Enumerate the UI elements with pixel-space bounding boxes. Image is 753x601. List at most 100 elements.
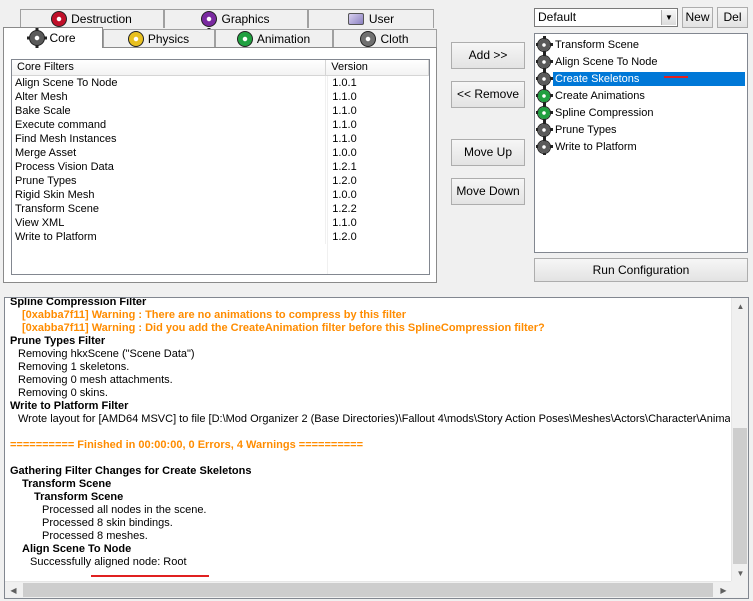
filter-version: 1.0.0 [332, 147, 357, 159]
remove-filter-button[interactable]: << Remove [451, 81, 525, 108]
physics-gear-icon [125, 29, 146, 49]
table-row[interactable]: Bake Scale 1.1.0 [12, 104, 429, 118]
user-icon [347, 13, 364, 25]
log-line: [0xabba7f11] Warning : There are no anim… [22, 309, 407, 321]
list-item-label: Create Animations [555, 89, 645, 102]
run-configuration-button[interactable]: Run Configuration [534, 258, 748, 282]
list-item[interactable]: Transform Scene [535, 36, 747, 53]
log-lines: Spline Compression Filter [0xabba7f11] Wa… [10, 298, 730, 569]
log-line: Removing 0 skins. [18, 387, 108, 399]
column-header-core-filters[interactable]: Core Filters [12, 60, 327, 75]
log-line: Wrote layout for [AMD64 MSVC] to file [D… [18, 413, 730, 425]
tab-label: Destruction [71, 12, 132, 26]
configuration-items: Transform Scene Align Scene To Node Create… [535, 36, 747, 155]
add-filter-button[interactable]: Add >> [451, 42, 525, 69]
log-line: Prune Types Filter [10, 335, 106, 347]
table-row[interactable]: Find Mesh Instances 1.1.0 [12, 132, 429, 146]
scroll-up-arrow-icon[interactable]: ▲ [732, 298, 748, 315]
table-row[interactable]: Merge Asset 1.0.0 [12, 146, 429, 160]
list-item[interactable]: Create Animations [535, 87, 747, 104]
filter-name: Bake Scale [12, 104, 327, 118]
tab-label: Core [49, 31, 76, 45]
filter-name: Merge Asset [12, 146, 327, 160]
list-item[interactable]: Create Skeletons [535, 70, 747, 87]
log-line: Gathering Filter Changes for Create Skel… [10, 465, 252, 477]
table-row[interactable]: View XML 1.1.0 [12, 216, 429, 230]
table-row[interactable]: Align Scene To Node 1.0.1 [12, 76, 429, 90]
core-tab-content: Core Filters Version Align Scene To Node… [3, 47, 437, 283]
table-row[interactable]: Alter Mesh 1.1.0 [12, 90, 429, 104]
filter-version: 1.0.0 [332, 189, 357, 201]
log-line: Transform Scene [22, 478, 112, 490]
table-row[interactable]: Prune Types 1.2.0 [12, 174, 429, 188]
tab-physics[interactable]: Physics [103, 29, 215, 49]
preset-selected-value: Default [538, 10, 577, 24]
scroll-down-arrow-icon[interactable]: ▼ [732, 565, 748, 582]
filter-version: 1.1.0 [332, 91, 357, 103]
output-log[interactable]: Spline Compression Filter [0xabba7f11] Wa… [4, 297, 749, 599]
list-item[interactable]: Align Scene To Node [535, 53, 747, 70]
filter-name: Prune Types [12, 174, 327, 188]
list-item-label: Prune Types [555, 123, 617, 136]
chevron-down-icon[interactable]: ▼ [661, 10, 676, 25]
core-filters-list[interactable]: Core Filters Version Align Scene To Node… [11, 59, 430, 275]
table-row[interactable]: Transform Scene 1.2.2 [12, 202, 429, 216]
table-row[interactable]: Rigid Skin Mesh 1.0.0 [12, 188, 429, 202]
move-down-button[interactable]: Move Down [451, 178, 525, 205]
gear-icon [535, 53, 553, 70]
gear-icon [535, 104, 553, 121]
tab-label: Graphics [221, 12, 270, 26]
filter-version: 1.2.1 [332, 161, 357, 173]
filter-name: Alter Mesh [12, 90, 327, 104]
gear-icon [535, 138, 553, 155]
list-item[interactable]: Prune Types [535, 121, 747, 138]
gear-icon [535, 36, 553, 53]
log-line: Removing 1 skeletons. [18, 361, 130, 373]
filter-name: View XML [12, 216, 327, 230]
filter-name: Align Scene To Node [12, 76, 327, 90]
log-line: [0xabba7f11] Warning : Did you add the C… [22, 322, 545, 334]
configuration-filter-list[interactable]: Transform Scene Align Scene To Node Create… [534, 33, 748, 253]
scroll-left-arrow-icon[interactable]: ◀ [5, 582, 22, 598]
new-preset-button[interactable]: New [682, 7, 713, 28]
log-line: Write to Platform Filter [10, 400, 129, 412]
list-item-label: Align Scene To Node [555, 55, 658, 68]
horizontal-scroll-thumb[interactable] [23, 583, 713, 597]
list-item[interactable]: Write to Platform [535, 138, 747, 155]
gear-icon [535, 70, 553, 87]
table-row[interactable]: Execute command 1.1.0 [12, 118, 429, 132]
cloth-gear-icon [358, 29, 379, 49]
table-row[interactable]: Write to Platform 1.2.0 [12, 230, 429, 244]
filter-version: 1.1.0 [332, 133, 357, 145]
filter-version: 1.1.0 [332, 217, 357, 229]
column-header-version[interactable]: Version [326, 60, 429, 75]
list-header: Core Filters Version [12, 60, 429, 76]
tab-label: User [368, 12, 395, 26]
tab-graphics[interactable]: Graphics [164, 9, 308, 29]
filter-rows: Align Scene To Node 1.0.1 Alter Mesh 1.1.0 B… [12, 76, 429, 244]
tab-label: Physics [147, 32, 190, 46]
tab-label: Animation [256, 32, 311, 46]
vertical-scrollbar[interactable]: ▲ ▼ [731, 298, 748, 582]
tab-animation[interactable]: Animation [215, 29, 333, 49]
delete-preset-button[interactable]: Del [717, 7, 748, 28]
scroll-right-arrow-icon[interactable]: ▶ [715, 582, 732, 598]
tab-cloth[interactable]: Cloth [333, 29, 437, 49]
filter-version: 1.1.0 [332, 119, 357, 131]
table-row[interactable]: Process Vision Data 1.2.1 [12, 160, 429, 174]
log-line: Processed 8 skin bindings. [42, 517, 173, 529]
move-up-button[interactable]: Move Up [451, 139, 525, 166]
log-line: Align Scene To Node [22, 543, 132, 555]
tab-user[interactable]: User [308, 9, 434, 28]
log-line: Transform Scene [34, 491, 124, 503]
vertical-scroll-thumb[interactable] [733, 428, 747, 564]
list-item-label: Spline Compression [555, 106, 654, 119]
horizontal-scrollbar[interactable]: ◀ ▶ [5, 581, 732, 598]
list-item[interactable]: Spline Compression [535, 104, 747, 121]
tab-destruction[interactable]: Destruction [20, 9, 164, 29]
preset-dropdown[interactable]: Default ▼ [534, 8, 678, 27]
tab-core[interactable]: Core [3, 27, 103, 48]
red-annotation-underline [91, 575, 209, 577]
filter-name: Write to Platform [12, 230, 327, 244]
filter-name: Process Vision Data [12, 160, 327, 174]
